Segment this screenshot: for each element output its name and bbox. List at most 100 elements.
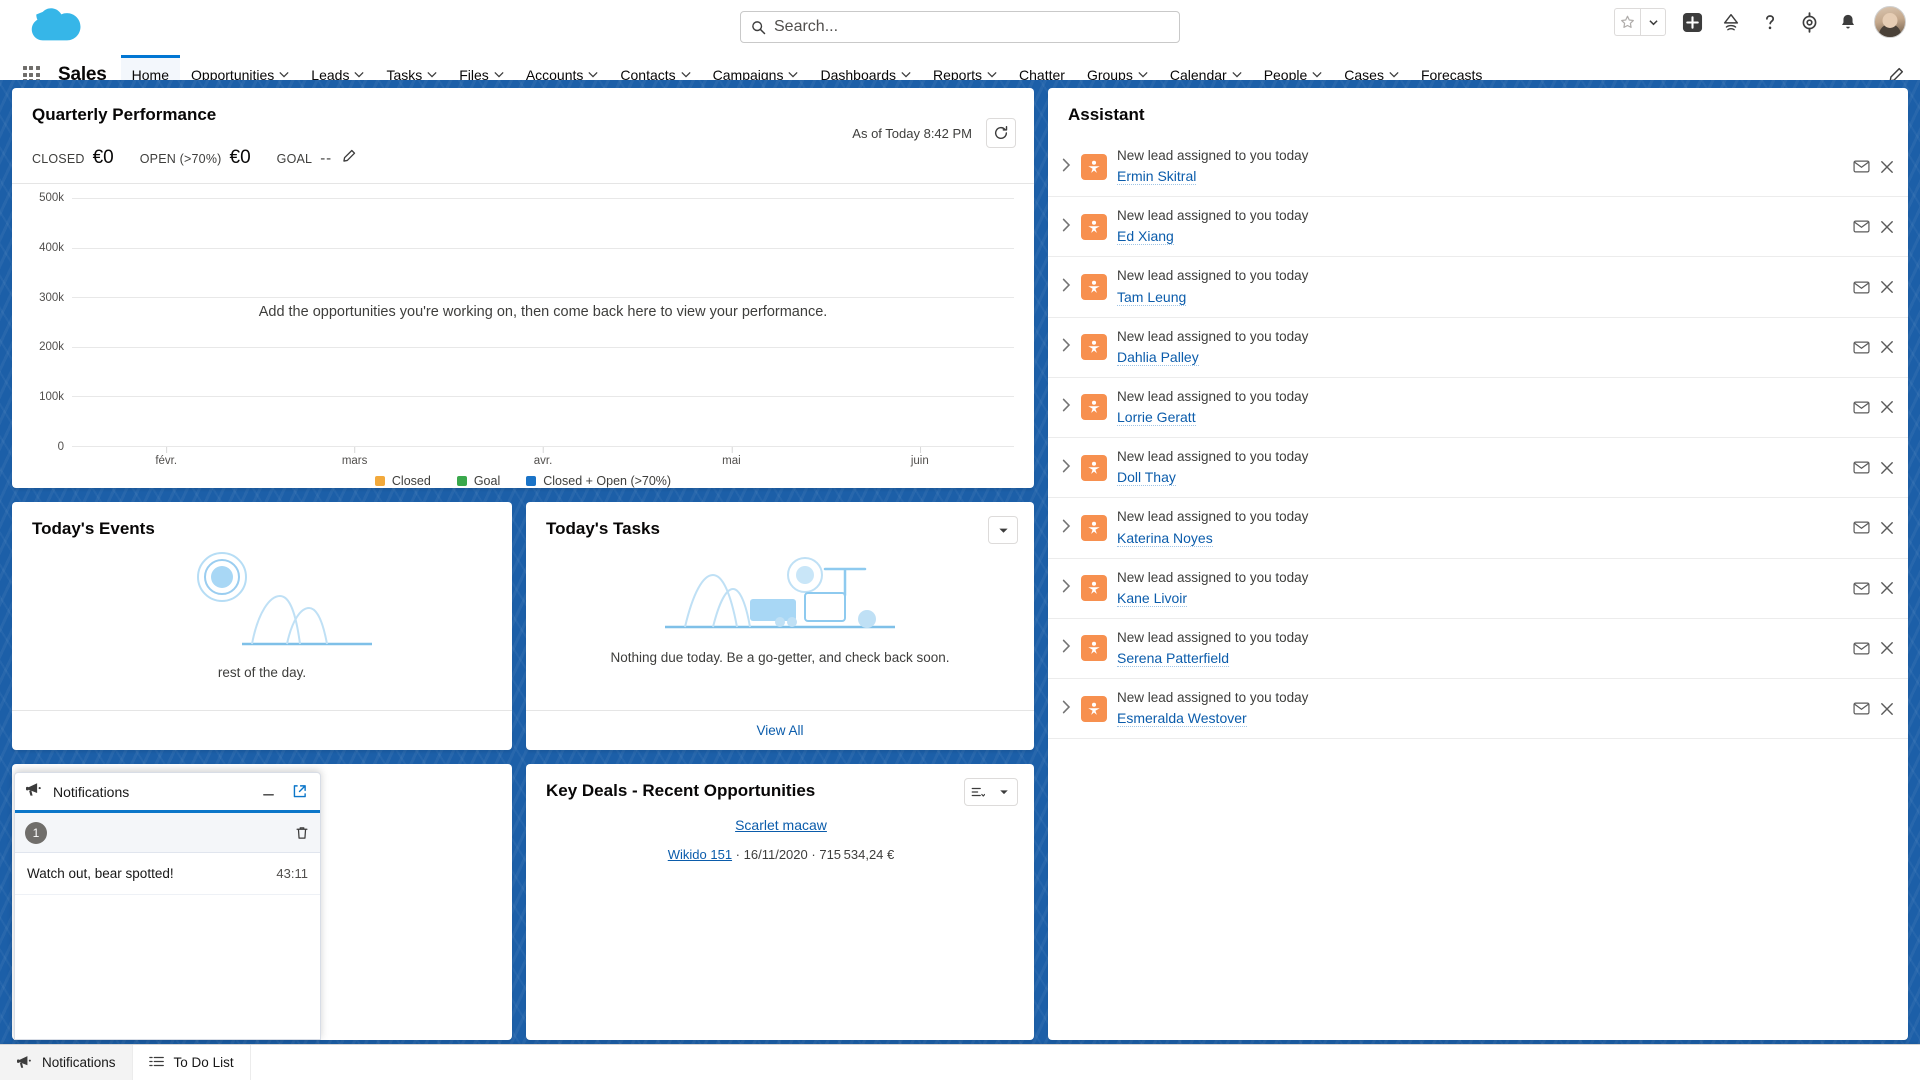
chevron-down-icon[interactable] (681, 70, 691, 80)
chevron-right-icon[interactable] (1062, 278, 1071, 296)
global-search[interactable]: Search... (740, 11, 1180, 43)
assistant-item-name[interactable]: Dahlia Palley (1117, 349, 1199, 366)
email-icon[interactable] (1853, 220, 1870, 234)
chevron-down-icon[interactable] (901, 70, 911, 80)
chevron-down-icon[interactable] (494, 70, 504, 80)
todays-tasks-view-all[interactable]: View All (526, 710, 1034, 750)
assistant-item-name[interactable]: Kane Livoir (1117, 590, 1188, 607)
close-icon[interactable] (1880, 641, 1894, 655)
chevron-right-icon[interactable] (1062, 459, 1071, 477)
trash-icon[interactable] (294, 825, 310, 841)
bell-icon[interactable] (1835, 8, 1861, 36)
chevron-right-icon[interactable] (1062, 579, 1071, 597)
assistant-item-name[interactable]: Doll Thay (1117, 469, 1176, 487)
assistant-item-name[interactable]: Ed Xiang (1117, 228, 1174, 246)
todays-events-card: Today's Events rest of the day. (12, 502, 512, 750)
close-icon[interactable] (1880, 702, 1894, 716)
chart-legend-item[interactable]: Closed + Open (>70%) (526, 474, 671, 488)
assistant-item[interactable]: New lead assigned to you today Dahlia Pal… (1048, 318, 1908, 378)
assistant-item[interactable]: New lead assigned to you today Esmeralda … (1048, 679, 1908, 740)
notifications-panel-header[interactable]: Notifications (15, 773, 320, 813)
chevron-down-icon[interactable] (991, 779, 1017, 805)
email-icon[interactable] (1853, 702, 1870, 716)
chevron-down-icon[interactable] (1389, 70, 1399, 80)
utility-item-todo-list[interactable]: To Do List (133, 1045, 251, 1080)
assistant-item-name[interactable]: Ermin Skitral (1117, 168, 1197, 186)
assistant-item-name[interactable]: Esmeralda Westover (1117, 710, 1247, 728)
assistant-item[interactable]: New lead assigned to you today Serena Pat… (1048, 619, 1908, 679)
email-icon[interactable] (1853, 400, 1870, 414)
notifications-badge-count: 1 (25, 821, 47, 844)
assistant-item-body: New lead assigned to you today Esmeralda … (1117, 689, 1843, 728)
close-icon[interactable] (1880, 280, 1894, 294)
chevron-right-icon[interactable] (1062, 338, 1071, 356)
popout-icon[interactable] (289, 784, 310, 799)
chevron-right-icon[interactable] (1062, 158, 1071, 176)
chevron-right-icon[interactable] (1062, 700, 1071, 718)
chevron-right-icon[interactable] (1062, 398, 1071, 416)
close-icon[interactable] (1880, 521, 1894, 535)
deal-name[interactable]: Scarlet macaw (735, 817, 827, 833)
chevron-down-icon[interactable] (987, 70, 997, 80)
todays-tasks-menu-button[interactable] (988, 516, 1018, 544)
chevron-right-icon[interactable] (1062, 519, 1071, 537)
chevron-down-icon[interactable] (1312, 70, 1322, 80)
search-input[interactable]: Search... (740, 11, 1180, 43)
assistant-item[interactable]: New lead assigned to you today Katerina N… (1048, 498, 1908, 559)
chart-legend-item[interactable]: Closed (374, 474, 431, 488)
email-icon[interactable] (1853, 160, 1870, 174)
assistant-item-name[interactable]: Serena Patterfield (1117, 650, 1230, 667)
minimize-icon[interactable] (258, 786, 279, 798)
chevron-down-icon[interactable] (1138, 70, 1148, 80)
trailhead-icon[interactable] (1718, 8, 1744, 36)
chevron-down-icon[interactable] (1640, 8, 1666, 36)
assistant-item-name[interactable]: Tam Leung (1117, 289, 1187, 306)
plus-circle-icon[interactable] (1679, 8, 1705, 36)
close-icon[interactable] (1880, 400, 1894, 414)
close-icon[interactable] (1880, 581, 1894, 595)
assistant-item-name[interactable]: Lorrie Geratt (1117, 409, 1196, 427)
gear-icon[interactable] (1796, 8, 1822, 36)
email-icon[interactable] (1853, 581, 1870, 595)
todays-events-view-all[interactable] (12, 710, 512, 750)
chevron-down-icon[interactable] (788, 70, 799, 80)
email-icon[interactable] (1853, 641, 1870, 655)
star-icon[interactable] (1614, 8, 1640, 36)
assistant-item-name[interactable]: Katerina Noyes (1117, 530, 1213, 547)
assistant-item[interactable]: New lead assigned to you today Tam Leung (1048, 257, 1908, 318)
refresh-button[interactable] (986, 118, 1016, 148)
assistant-item[interactable]: New lead assigned to you today Kane Livoi… (1048, 559, 1908, 619)
assistant-item-text: New lead assigned to you today (1117, 509, 1309, 525)
todays-tasks-empty-text: Nothing due today. Be a go-getter, and c… (610, 650, 950, 665)
chart-legend-item[interactable]: Goal (456, 474, 500, 488)
assistant-item[interactable]: New lead assigned to you today Ed Xiang (1048, 197, 1908, 258)
email-icon[interactable] (1853, 461, 1870, 475)
avatar[interactable] (1874, 6, 1906, 38)
chevron-down-icon[interactable] (588, 70, 599, 80)
close-icon[interactable] (1880, 340, 1894, 354)
assistant-item-body: New lead assigned to you today Tam Leung (1117, 267, 1843, 306)
close-icon[interactable] (1880, 461, 1894, 475)
email-icon[interactable] (1853, 280, 1870, 294)
salesforce-cloud-logo[interactable] (28, 7, 88, 49)
edit-goal-pencil-icon[interactable] (342, 149, 356, 163)
chevron-right-icon[interactable] (1062, 639, 1071, 657)
deal-account[interactable]: Wikido 151 (668, 847, 732, 862)
notification-item[interactable]: Watch out, bear spotted! 43:11 (15, 853, 320, 895)
assistant-item[interactable]: New lead assigned to you today Doll Thay (1048, 438, 1908, 499)
assistant-item[interactable]: New lead assigned to you today Ermin Skit… (1048, 137, 1908, 198)
chevron-down-icon[interactable] (1232, 70, 1242, 80)
list-view-icon[interactable] (965, 779, 991, 805)
question-mark-icon[interactable] (1757, 8, 1783, 36)
assistant-item[interactable]: New lead assigned to you today Lorrie Ger… (1048, 378, 1908, 439)
chevron-down-icon[interactable] (427, 70, 437, 80)
chevron-down-icon[interactable] (279, 70, 289, 80)
email-icon[interactable] (1853, 340, 1870, 354)
close-icon[interactable] (1880, 220, 1894, 234)
close-icon[interactable] (1880, 160, 1894, 174)
utility-item-notifications[interactable]: Notifications (0, 1045, 133, 1080)
email-icon[interactable] (1853, 521, 1870, 535)
chevron-down-icon[interactable] (354, 70, 365, 80)
key-deals-actions[interactable] (964, 778, 1018, 806)
chevron-right-icon[interactable] (1062, 218, 1071, 236)
